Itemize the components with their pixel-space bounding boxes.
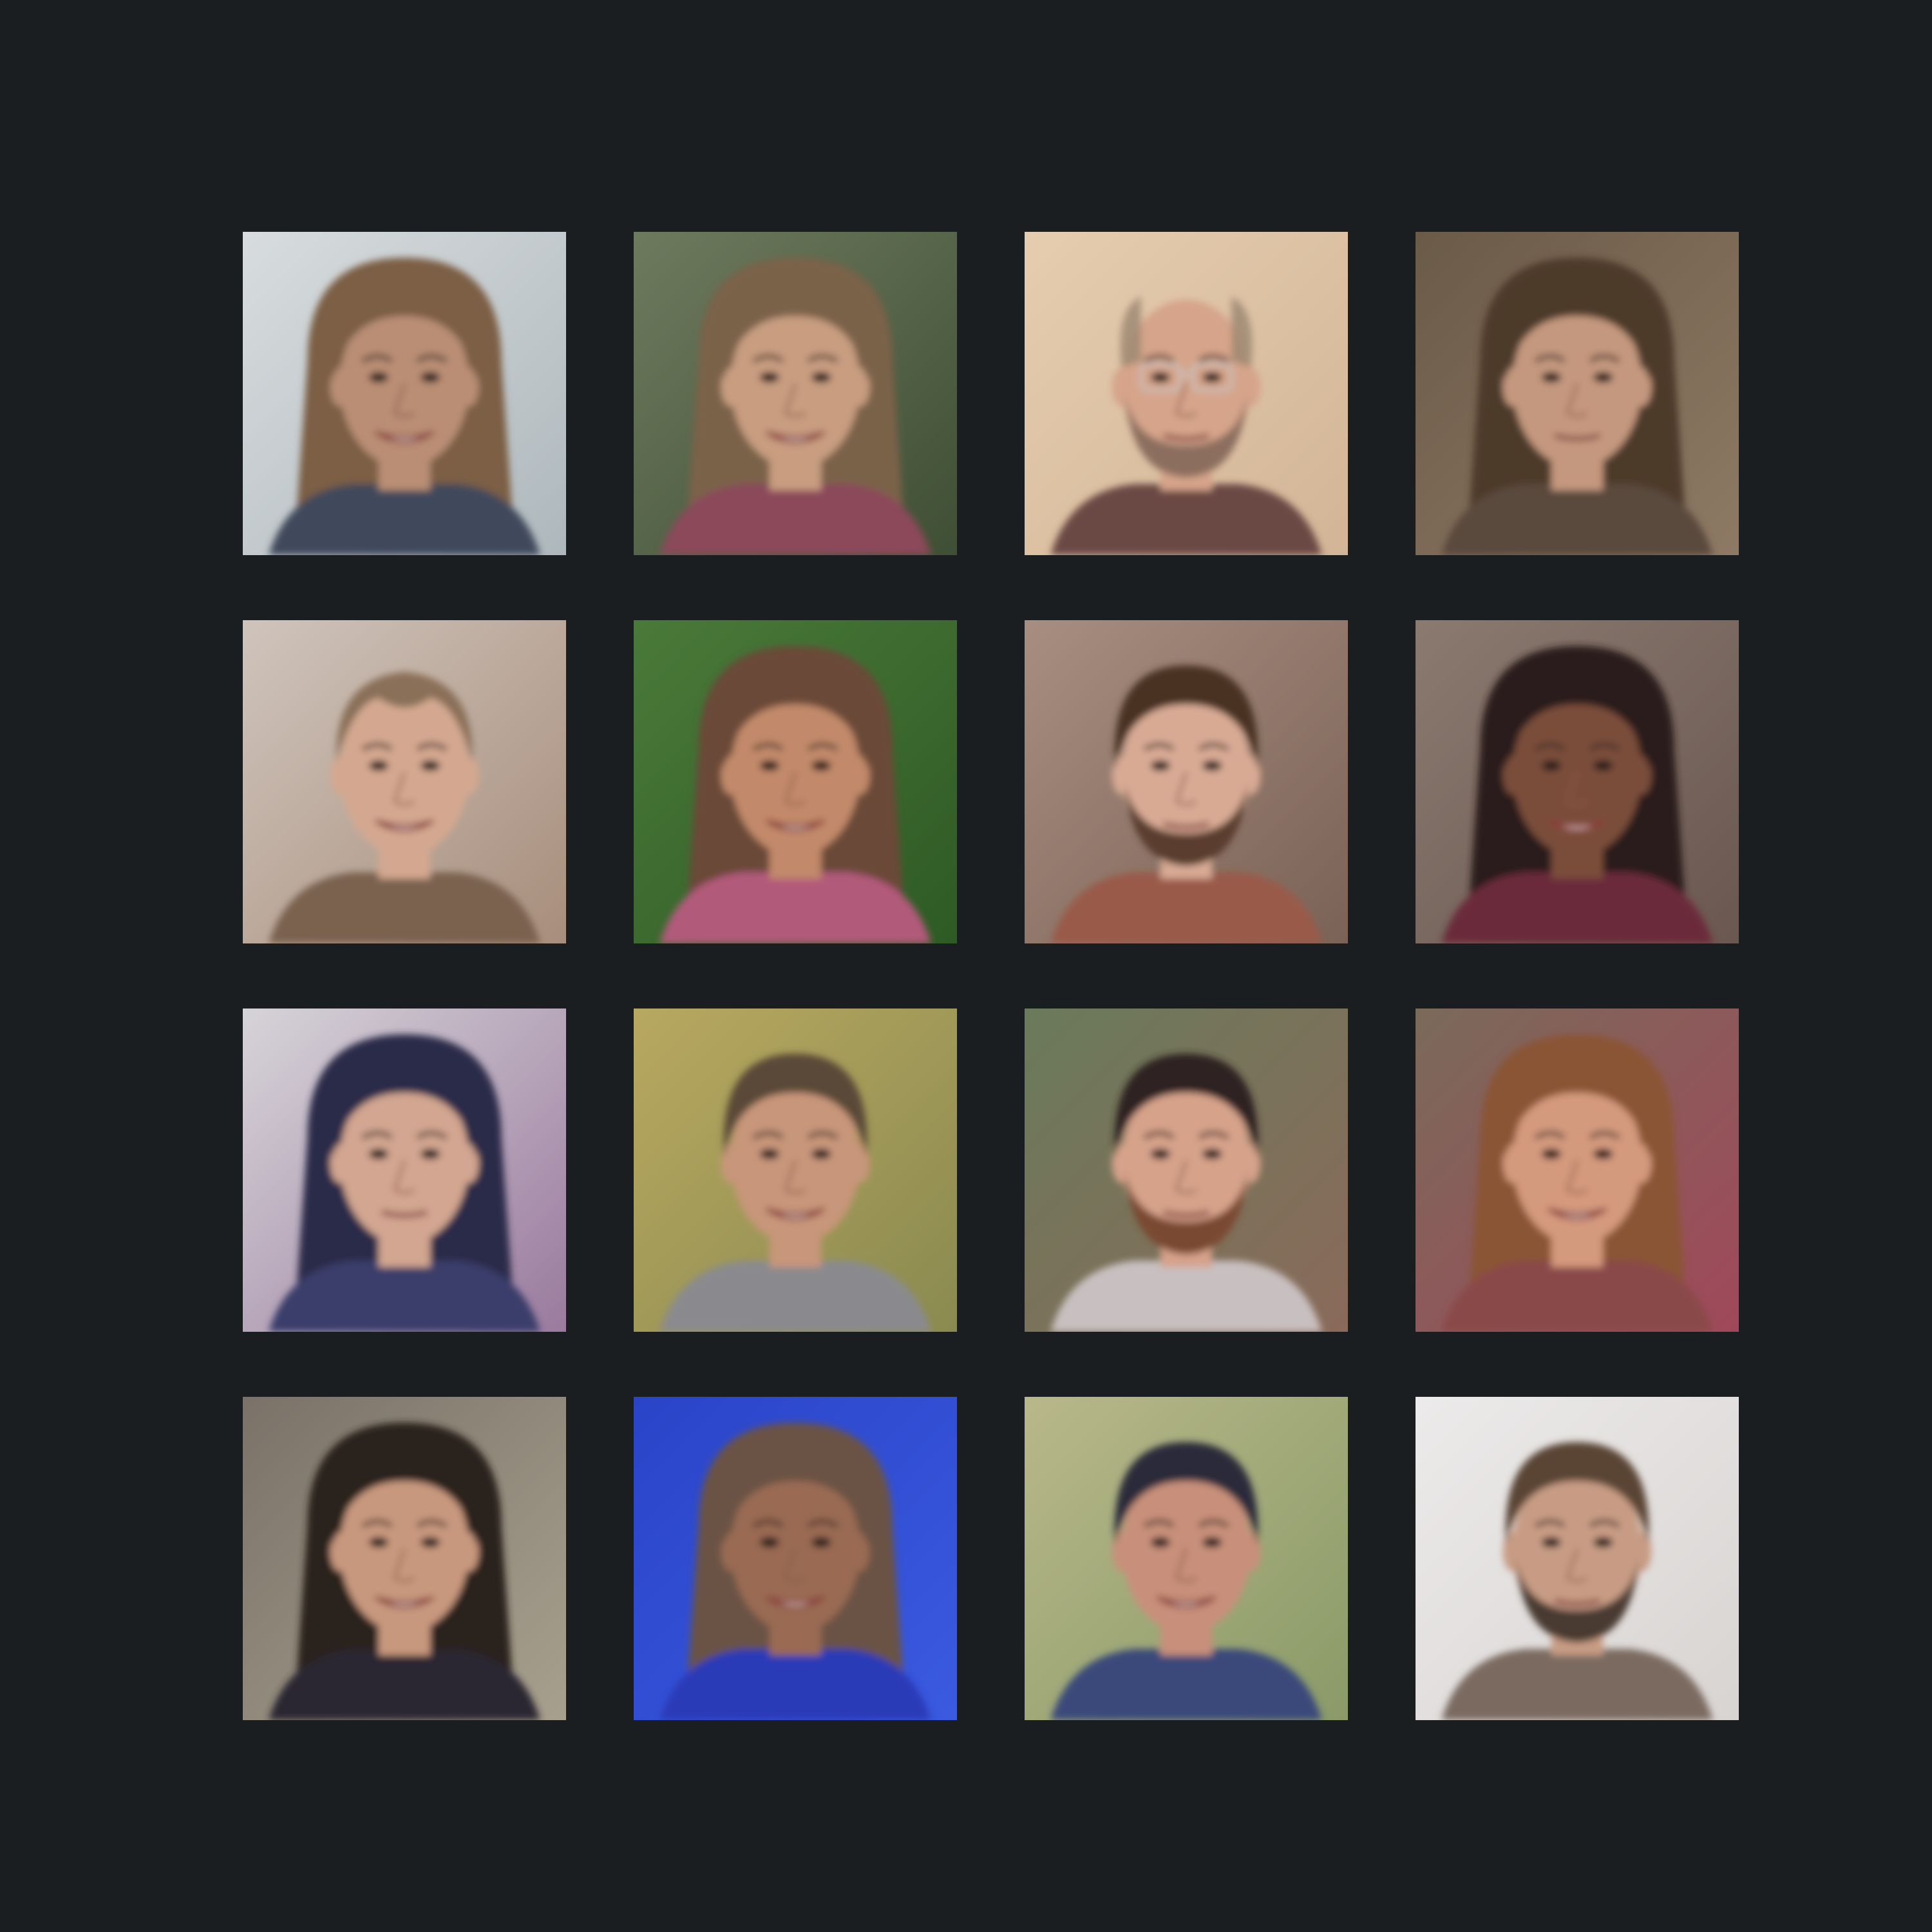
eye-right xyxy=(1202,760,1222,771)
face-grid xyxy=(243,232,1739,1720)
eye-left xyxy=(1541,760,1561,771)
ear-left xyxy=(330,755,350,795)
ear-right xyxy=(459,755,479,795)
eye-left xyxy=(759,1148,779,1159)
face-portrait xyxy=(1416,1397,1739,1720)
eye-left xyxy=(368,760,388,771)
eye-right xyxy=(1593,760,1613,771)
face-tile xyxy=(634,1397,957,1720)
eye-left xyxy=(368,372,388,383)
ear-left xyxy=(1112,367,1132,407)
face-portrait xyxy=(1025,620,1348,943)
image-canvas xyxy=(0,0,1932,1932)
face-portrait xyxy=(243,620,566,943)
eye-left xyxy=(368,1537,388,1548)
eye-left xyxy=(1541,1148,1561,1159)
face-tile xyxy=(1025,1009,1348,1332)
ear-right xyxy=(1241,367,1261,407)
face-portrait xyxy=(634,1009,957,1332)
face-tile xyxy=(243,1397,566,1720)
eye-right xyxy=(421,1148,440,1159)
eye-left xyxy=(1541,372,1561,383)
face-portrait xyxy=(243,1397,566,1720)
face-portrait xyxy=(1025,1397,1348,1720)
face-tile xyxy=(1416,232,1739,555)
eye-right xyxy=(811,1148,831,1159)
eye-left xyxy=(1150,1148,1170,1159)
eye-right xyxy=(1593,1148,1613,1159)
face-portrait xyxy=(634,620,957,943)
eye-right xyxy=(421,1537,440,1548)
eye-right xyxy=(811,372,831,383)
eye-right xyxy=(421,372,440,383)
face-portrait xyxy=(1416,620,1739,943)
face-portrait xyxy=(1416,232,1739,555)
eye-left xyxy=(759,1537,779,1548)
face-portrait xyxy=(243,232,566,555)
face-tile xyxy=(1416,1397,1739,1720)
face-portrait xyxy=(243,1009,566,1332)
eye-right xyxy=(1593,1537,1613,1548)
face-portrait xyxy=(1025,232,1348,555)
eye-left xyxy=(1150,1537,1170,1548)
face-tile xyxy=(634,620,957,943)
face-tile xyxy=(1025,232,1348,555)
face-tile xyxy=(1025,1397,1348,1720)
eye-right xyxy=(421,760,440,771)
eye-left xyxy=(759,372,779,383)
face-portrait xyxy=(1416,1009,1739,1332)
eye-right xyxy=(811,1537,831,1548)
face-portrait xyxy=(634,1397,957,1720)
eye-right xyxy=(1593,372,1613,383)
face-tile xyxy=(634,232,957,555)
face-tile xyxy=(1416,620,1739,943)
eye-left xyxy=(759,760,779,771)
face-tile xyxy=(243,232,566,555)
eye-left xyxy=(1150,372,1170,383)
face-portrait xyxy=(1025,1009,1348,1332)
face-tile xyxy=(1416,1009,1739,1332)
face-tile xyxy=(243,1009,566,1332)
eye-left xyxy=(1541,1537,1561,1548)
eye-right xyxy=(811,760,831,771)
face-tile xyxy=(243,620,566,943)
eye-left xyxy=(1150,760,1170,771)
eye-left xyxy=(368,1148,388,1159)
face-portrait xyxy=(634,232,957,555)
eye-right xyxy=(1202,1537,1222,1548)
eye-right xyxy=(1202,372,1222,383)
eye-right xyxy=(1202,1148,1222,1159)
face-tile xyxy=(634,1009,957,1332)
face-tile xyxy=(1025,620,1348,943)
